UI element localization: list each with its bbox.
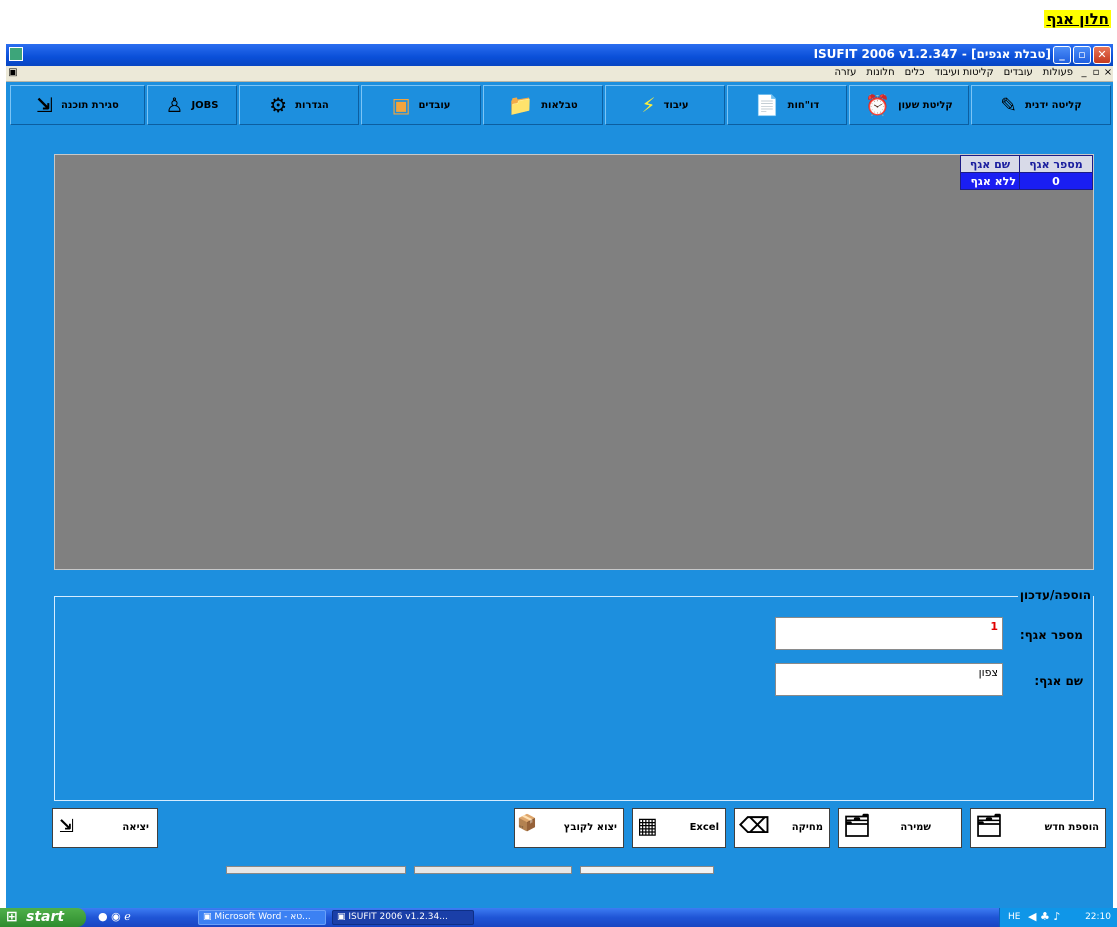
word-icon: ▣	[203, 912, 215, 922]
save-button[interactable]: 🗂 שמירה	[838, 808, 962, 848]
box-icon: 📦	[517, 813, 537, 832]
menu-workers[interactable]: עובדים	[1004, 67, 1033, 78]
toolbar: קליטה ידנית ✎ קליטת שעון ⏰ דו"חות 📄 עיבו…	[6, 83, 1113, 129]
clock: 22:10	[1085, 912, 1111, 922]
title-bar[interactable]: ISUFIT 2006 v1.2.347 - [טבלת אגפים] _ ▫ …	[6, 44, 1113, 66]
window-title: ISUFIT 2006 v1.2.347 - [טבלת אגפים]	[813, 47, 1051, 61]
clock-entry-button[interactable]: קליטת שעון ⏰	[849, 85, 969, 125]
taskbar-item-isufit[interactable]: ▣ ISUFIT 2006 v1.2.34...	[332, 910, 474, 925]
menu-actions[interactable]: פעולות	[1043, 67, 1073, 78]
new-folder-icon: 🗂	[975, 814, 1003, 839]
tables-button[interactable]: טבלאות 📁	[483, 85, 603, 125]
mdi-doc-icon[interactable]: ▣	[8, 67, 18, 78]
edit-groupbox: הוספה/עדכון מספר אגף: 1 שם אגף: צפון	[54, 588, 1094, 801]
settings-button[interactable]: הגדרות ⚙	[239, 85, 359, 125]
eraser-icon: ⌫	[739, 814, 771, 839]
close-program-button[interactable]: סגירת תוכנה ⇲	[10, 85, 145, 125]
worker-icon: ▣	[391, 93, 411, 117]
excel-button[interactable]: ▦ Excel	[632, 808, 726, 848]
departments-table: מספר אגף שם אגף 0 ללא אגף	[960, 155, 1093, 190]
document-heading: חלון אגף	[1044, 10, 1111, 28]
cell-name[interactable]: ללא אגף	[960, 172, 1020, 190]
menu-tools[interactable]: כלים	[905, 67, 925, 78]
quick-launch-icons[interactable]: ● ◉ ℯ	[98, 910, 131, 923]
department-name-label: שם אגף:	[1034, 674, 1083, 688]
department-number-input[interactable]: 1	[775, 617, 1003, 650]
settings-icon: ⚙	[269, 93, 288, 117]
maximize-button[interactable]: ▫	[1073, 46, 1091, 64]
person-icon: ♙	[165, 93, 184, 117]
folder-icon: 📁	[508, 93, 534, 117]
cell-number[interactable]: 0	[1019, 172, 1093, 190]
delete-button[interactable]: ⌫ מחיקה	[734, 808, 830, 848]
tray-icons[interactable]: ◀ ♣ ♪	[1028, 910, 1060, 923]
menu-processing[interactable]: קליטות ועיבוד	[935, 67, 994, 78]
status-pane	[580, 866, 714, 874]
isufit-icon: ▣	[337, 912, 349, 922]
mdi-minimize-button[interactable]: _	[1079, 67, 1089, 78]
save-folder-icon: 🗂	[843, 814, 871, 839]
column-header-name[interactable]: שם אגף	[960, 155, 1020, 173]
status-pane	[226, 866, 406, 874]
edit-legend: הוספה/עדכון	[1017, 588, 1093, 602]
table-header: מספר אגף שם אגף	[960, 155, 1093, 173]
mdi-close-button[interactable]: ×	[1103, 67, 1113, 78]
system-tray: HE ◀ ♣ ♪ 22:10	[999, 908, 1117, 927]
taskbar: ⊞ start ● ◉ ℯ ▣ Microsoft Word - טא... ▣…	[0, 908, 1117, 927]
lightning-icon: ⚡	[641, 93, 656, 117]
start-button[interactable]: ⊞ start	[0, 908, 86, 927]
manual-entry-button[interactable]: קליטה ידנית ✎	[971, 85, 1111, 125]
status-pane	[414, 866, 572, 874]
menu-help[interactable]: עזרה	[835, 67, 857, 78]
export-to-file-button[interactable]: 📦 יצוא לקובץ	[514, 808, 624, 848]
menu-items: פעולות עובדים קליטות ועיבוד כלים חלונות …	[835, 67, 1074, 78]
departments-grid[interactable]: מספר אגף שם אגף 0 ללא אגף	[54, 154, 1094, 570]
report-icon: 📄	[754, 93, 780, 117]
exit-button[interactable]: ⇲ יציאה	[52, 808, 158, 848]
taskbar-item-word[interactable]: ▣ Microsoft Word - טא...	[198, 910, 326, 925]
reports-button[interactable]: דו"חות 📄	[727, 85, 847, 125]
department-name-input[interactable]: צפון	[775, 663, 1003, 696]
processing-button[interactable]: עיבוד ⚡	[605, 85, 725, 125]
close-button[interactable]: ✕	[1093, 46, 1111, 64]
department-number-label: מספר אגף:	[1019, 628, 1083, 642]
exit-icon: ⇲	[59, 816, 75, 837]
table-row[interactable]: 0 ללא אגף	[960, 172, 1093, 190]
jobs-button[interactable]: JOBS ♙	[147, 85, 237, 125]
column-header-number[interactable]: מספר אגף	[1019, 155, 1093, 173]
menu-windows[interactable]: חלונות	[866, 67, 894, 78]
windows-logo-icon: ⊞	[6, 909, 18, 925]
app-window: ISUFIT 2006 v1.2.347 - [טבלת אגפים] _ ▫ …	[6, 44, 1113, 908]
menu-bar: ▣ × ▫ _ פעולות עובדים קליטות ועיבוד כלים…	[6, 66, 1113, 82]
pencil-icon: ✎	[1000, 93, 1018, 117]
add-new-button[interactable]: 🗂 הוספת חדש	[970, 808, 1106, 848]
exit-icon: ⇲	[36, 93, 53, 117]
app-icon[interactable]	[9, 47, 23, 61]
mdi-restore-button[interactable]: ▫	[1091, 67, 1101, 78]
workers-button[interactable]: עובדים ▣	[361, 85, 481, 125]
language-indicator[interactable]: HE	[1008, 912, 1020, 922]
spreadsheet-icon: ▦	[637, 814, 658, 839]
minimize-button[interactable]: _	[1053, 46, 1071, 64]
clock-icon: ⏰	[865, 93, 891, 117]
